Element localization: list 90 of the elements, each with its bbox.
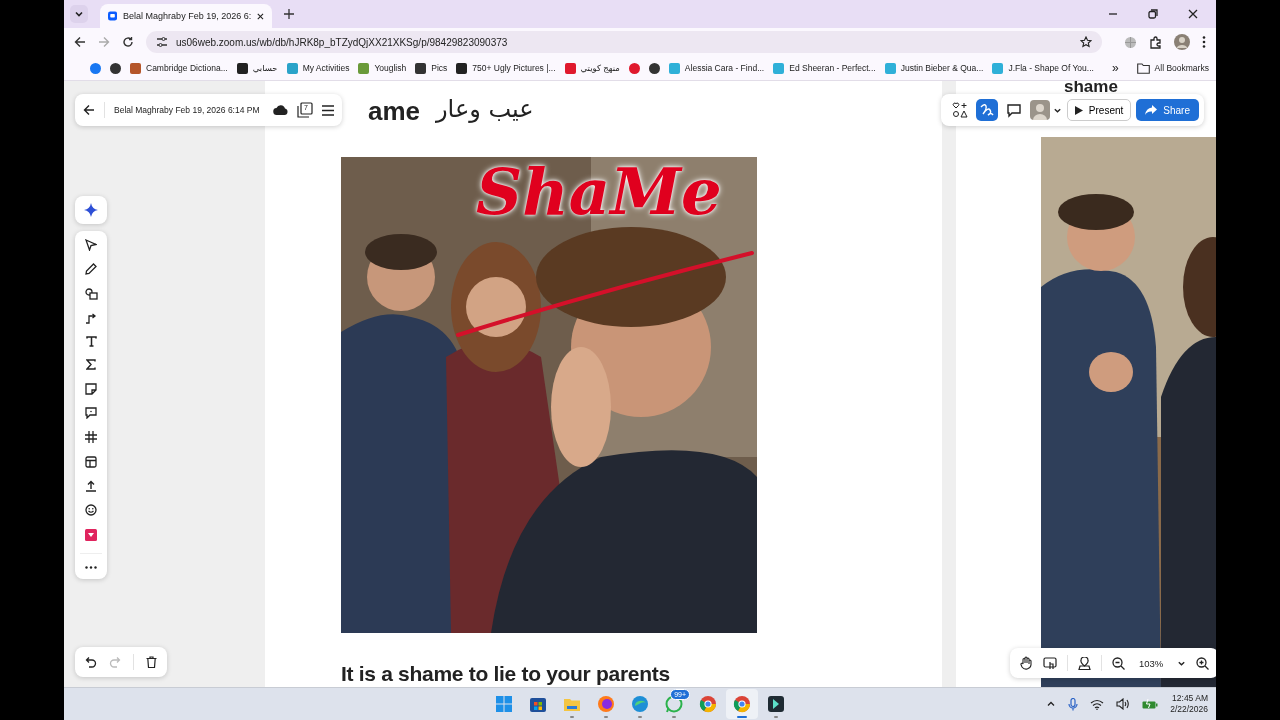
browser-icon — [699, 695, 717, 713]
upload-icon[interactable] — [85, 479, 97, 492]
comment-icon — [1005, 102, 1022, 118]
bookmark[interactable]: Cambridge Dictiona... — [130, 62, 228, 74]
bookmark[interactable]: Ed Sheeran - Perfect... — [773, 62, 876, 74]
back-icon[interactable] — [74, 36, 86, 48]
bookmark[interactable]: 750+ Ugly Pictures |... — [456, 62, 556, 74]
globe-icon[interactable] — [1124, 35, 1137, 49]
avatar — [1029, 100, 1050, 120]
app-icon[interactable] — [85, 528, 97, 541]
undo-icon[interactable] — [85, 656, 97, 668]
connector-icon[interactable] — [85, 311, 97, 324]
share-icon — [1145, 105, 1158, 115]
bookmark[interactable]: منهج كويتي — [564, 62, 620, 74]
microphone-icon[interactable] — [1068, 697, 1079, 711]
store-icon — [529, 695, 547, 713]
more-bookmarks[interactable]: » — [1111, 61, 1119, 75]
shapes-icon[interactable] — [84, 287, 98, 300]
restore-icon[interactable] — [1148, 9, 1158, 19]
bookmark-icon[interactable] — [648, 62, 660, 74]
location-icon[interactable] — [1078, 656, 1091, 670]
hand-icon[interactable] — [1020, 656, 1033, 670]
chevron-up-icon[interactable] — [1046, 699, 1057, 709]
bookmark[interactable]: Justin Bieber & Qua... — [884, 62, 984, 74]
tab-title: Belal Maghraby Feb 19, 2026 6: — [123, 11, 252, 21]
menu-icon[interactable] — [1202, 36, 1206, 48]
sticky-note-icon[interactable] — [85, 382, 97, 395]
board-heading: ame — [368, 96, 421, 127]
clock[interactable]: 12:45 AM 2/22/2026 — [1170, 693, 1208, 715]
share-button[interactable]: Share — [1136, 99, 1199, 121]
bookmark[interactable]: My Activities — [286, 62, 350, 74]
play-icon — [1074, 105, 1083, 115]
browser-icon — [597, 695, 615, 713]
tab-search-button[interactable] — [70, 5, 88, 23]
zoom-in-icon[interactable] — [1196, 656, 1210, 670]
board-heading: عيب وعار — [436, 95, 534, 123]
volume-icon[interactable] — [1116, 698, 1131, 710]
board-title[interactable]: Belal Maghraby Feb 19, 2026 6:14 PM — [114, 105, 260, 115]
pen-tool-button[interactable] — [975, 99, 998, 121]
close-icon[interactable] — [1188, 9, 1198, 19]
zoom-level[interactable]: 103% — [1139, 657, 1164, 669]
app-icon — [767, 695, 785, 713]
reload-icon[interactable] — [122, 36, 134, 48]
site-info-icon[interactable] — [156, 36, 168, 48]
participants-button[interactable] — [1029, 100, 1062, 120]
windows-icon — [495, 695, 513, 713]
select-tool-icon[interactable] — [85, 239, 97, 251]
squiggle-icon — [978, 102, 995, 118]
trash-icon[interactable] — [146, 656, 157, 668]
zoom-icon — [108, 10, 118, 22]
close-icon[interactable] — [257, 11, 264, 21]
bookmark[interactable]: حسابي — [236, 62, 278, 74]
wifi-icon[interactable] — [1090, 698, 1105, 710]
zoom-out-icon[interactable] — [1112, 656, 1125, 670]
text-tool-icon[interactable] — [85, 336, 97, 348]
chat-icon — [665, 695, 683, 713]
board-text: It is a shame to lie to your parents — [341, 661, 670, 687]
shapes-icon — [951, 102, 968, 118]
browser-icon — [631, 695, 649, 713]
more-icon[interactable] — [85, 566, 97, 570]
bookmark[interactable]: J.Fla - Shape Of You... — [992, 62, 1094, 74]
folder-icon — [1136, 62, 1150, 74]
battery-icon[interactable] — [1142, 699, 1159, 709]
template-icon[interactable] — [85, 455, 97, 468]
all-bookmarks[interactable]: All Bookmarks — [1136, 62, 1209, 74]
back-icon[interactable] — [83, 104, 95, 116]
browser-tab[interactable]: Belal Maghraby Feb 19, 2026 6: — [100, 4, 272, 28]
sparkle-icon — [84, 203, 98, 217]
address-bar[interactable]: us06web.zoom.us/wb/db/hJRK8p_bTZydQjXX21XKSg/p/98429823090373 — [146, 31, 1102, 53]
pencil-icon[interactable] — [85, 263, 97, 276]
star-icon[interactable] — [1080, 36, 1092, 48]
bookmark-icon[interactable] — [110, 62, 121, 74]
avatar[interactable] — [1174, 34, 1190, 50]
bookmark[interactable]: Alessia Cara - Find... — [668, 62, 765, 74]
browser-icon — [733, 695, 751, 713]
comment-icon[interactable] — [85, 407, 97, 420]
new-tab-icon[interactable] — [284, 9, 294, 19]
ink-text: ShaMe — [476, 153, 722, 231]
frame-icon[interactable] — [85, 431, 97, 444]
ai-assistant-button[interactable] — [75, 196, 107, 224]
emoji-icon[interactable] — [85, 504, 97, 517]
puzzle-icon[interactable] — [1149, 35, 1162, 49]
cloud-icon[interactable] — [272, 104, 288, 116]
touch-icon[interactable] — [1043, 656, 1057, 670]
menu-icon[interactable] — [321, 104, 334, 116]
present-button[interactable]: Present — [1066, 99, 1132, 121]
bookmark[interactable]: Youglish — [358, 62, 407, 74]
bookmark[interactable]: Pics — [415, 62, 448, 74]
formula-icon[interactable] — [86, 359, 96, 371]
caret-icon — [74, 9, 84, 19]
